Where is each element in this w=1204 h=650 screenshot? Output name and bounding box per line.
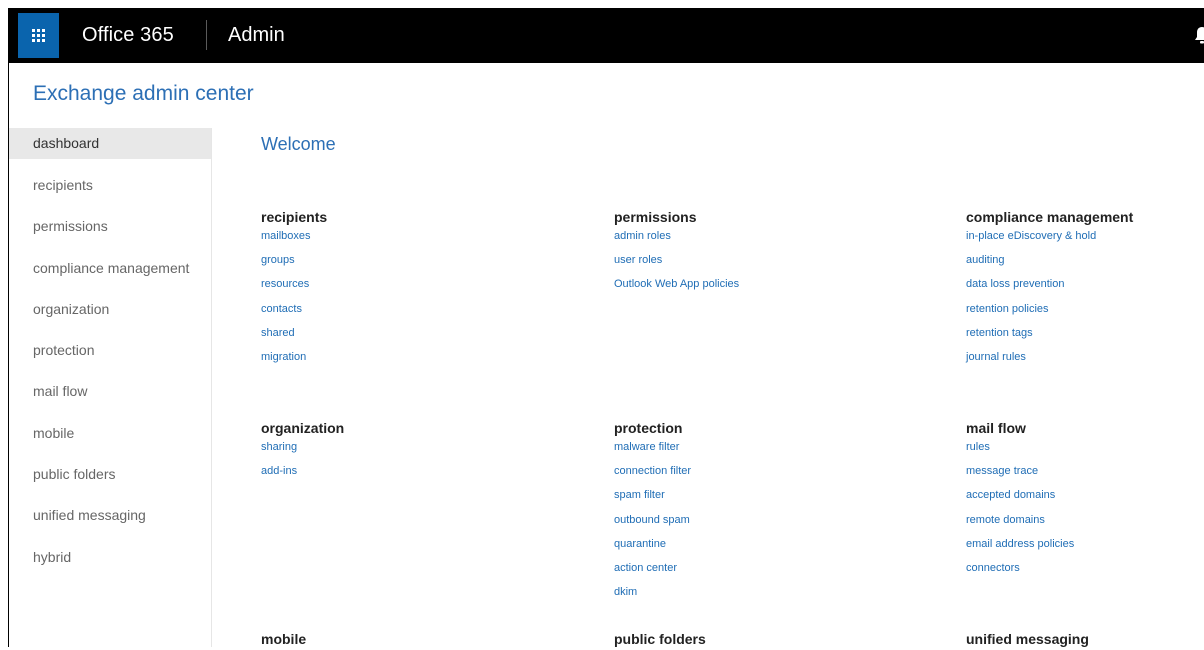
link-sharing[interactable]: sharing	[261, 439, 344, 463]
section-links: rules message trace accepted domains remote…	[966, 439, 1074, 584]
sidebar-item-mail-flow[interactable]: mail flow	[9, 375, 211, 416]
link-user-roles[interactable]: user roles	[614, 252, 739, 276]
section-title: protection	[614, 420, 683, 436]
sidebar-item-protection[interactable]: protection	[9, 334, 211, 375]
link-outlook-web-app-policies[interactable]: Outlook Web App policies	[614, 276, 739, 300]
link-auditing[interactable]: auditing	[966, 252, 1133, 276]
section-organization: organization sharing add-ins	[261, 419, 344, 487]
link-connection-filter[interactable]: connection filter	[614, 463, 691, 487]
section-public-folders: public folders	[614, 630, 706, 650]
sidebar-item-mobile[interactable]: mobile	[9, 417, 211, 458]
top-bar: Office 365 Admin	[8, 8, 1204, 63]
section-mail-flow: mail flow rules message trace accepted doma…	[966, 419, 1074, 584]
link-outbound-spam[interactable]: outbound spam	[614, 512, 691, 536]
waffle-icon	[32, 29, 45, 42]
link-rules[interactable]: rules	[966, 439, 1074, 463]
office365-brand[interactable]: Office 365	[82, 24, 174, 47]
link-journal-rules[interactable]: journal rules	[966, 349, 1133, 373]
link-email-address-policies[interactable]: email address policies	[966, 536, 1074, 560]
link-shared[interactable]: shared	[261, 325, 327, 349]
welcome-heading: Welcome	[261, 134, 336, 154]
app-launcher-button[interactable]	[18, 13, 59, 58]
bell-icon[interactable]	[1194, 26, 1204, 44]
link-in-place-ediscovery-and-hold[interactable]: in-place eDiscovery & hold	[966, 228, 1133, 252]
link-spam-filter[interactable]: spam filter	[614, 487, 691, 511]
link-add-ins[interactable]: add-ins	[261, 463, 344, 487]
section-links: in-place eDiscovery & hold auditing data l…	[966, 228, 1133, 373]
section-unified-messaging: unified messaging	[966, 630, 1089, 650]
section-title: unified messaging	[966, 631, 1089, 647]
link-remote-domains[interactable]: remote domains	[966, 512, 1074, 536]
section-mobile: mobile	[261, 630, 306, 650]
admin-app-name[interactable]: Admin	[228, 24, 285, 47]
section-links: mailboxes groups resources contacts shared mi…	[261, 228, 327, 373]
link-contacts[interactable]: contacts	[261, 301, 327, 325]
section-permissions: permissions admin roles user roles Outlook …	[614, 208, 739, 301]
sidebar-item-unified-messaging[interactable]: unified messaging	[9, 499, 211, 540]
link-migration[interactable]: migration	[261, 349, 327, 373]
sidebar-item-compliance-management[interactable]: compliance management	[9, 252, 211, 293]
link-dkim[interactable]: dkim	[614, 584, 691, 608]
link-resources[interactable]: resources	[261, 276, 327, 300]
sidebar-item-public-folders[interactable]: public folders	[9, 458, 211, 499]
link-quarantine[interactable]: quarantine	[614, 536, 691, 560]
section-title: mobile	[261, 631, 307, 647]
link-accepted-domains[interactable]: accepted domains	[966, 487, 1074, 511]
section-title: recipients	[261, 209, 328, 225]
section-title: public folders	[614, 631, 706, 647]
section-title: permissions	[614, 209, 697, 225]
section-title: compliance management	[966, 209, 1134, 225]
topbar-divider	[206, 20, 207, 50]
link-connectors[interactable]: connectors	[966, 560, 1074, 584]
link-groups[interactable]: groups	[261, 252, 327, 276]
section-recipients: recipients mailboxes groups resources contac…	[261, 208, 327, 373]
link-mailboxes[interactable]: mailboxes	[261, 228, 327, 252]
app-title: Exchange admin center	[33, 82, 254, 105]
section-title: mail flow	[966, 420, 1026, 436]
link-retention-policies[interactable]: retention policies	[966, 301, 1133, 325]
sidebar-item-dashboard[interactable]: dashboard	[9, 128, 211, 159]
link-data-loss-prevention[interactable]: data loss prevention	[966, 276, 1133, 300]
section-protection: protection malware filter connection filte…	[614, 419, 691, 608]
sidebar-nav: dashboard recipients permissions compliance…	[9, 128, 212, 647]
section-links: sharing add-ins	[261, 439, 344, 487]
sidebar-item-recipients[interactable]: recipients	[9, 169, 211, 210]
section-links: admin roles user roles Outlook Web App pol…	[614, 228, 739, 301]
section-links: malware filter connection filter spam filt…	[614, 439, 691, 608]
sidebar-item-permissions[interactable]: permissions	[9, 210, 211, 251]
link-admin-roles[interactable]: admin roles	[614, 228, 739, 252]
sidebar-item-organization[interactable]: organization	[9, 293, 211, 334]
link-malware-filter[interactable]: malware filter	[614, 439, 691, 463]
link-message-trace[interactable]: message trace	[966, 463, 1074, 487]
section-title: organization	[261, 420, 345, 436]
section-compliance-management: compliance management in-place eDiscovery…	[966, 208, 1133, 373]
sidebar-item-hybrid[interactable]: hybrid	[9, 541, 211, 582]
link-retention-tags[interactable]: retention tags	[966, 325, 1133, 349]
link-action-center[interactable]: action center	[614, 560, 691, 584]
